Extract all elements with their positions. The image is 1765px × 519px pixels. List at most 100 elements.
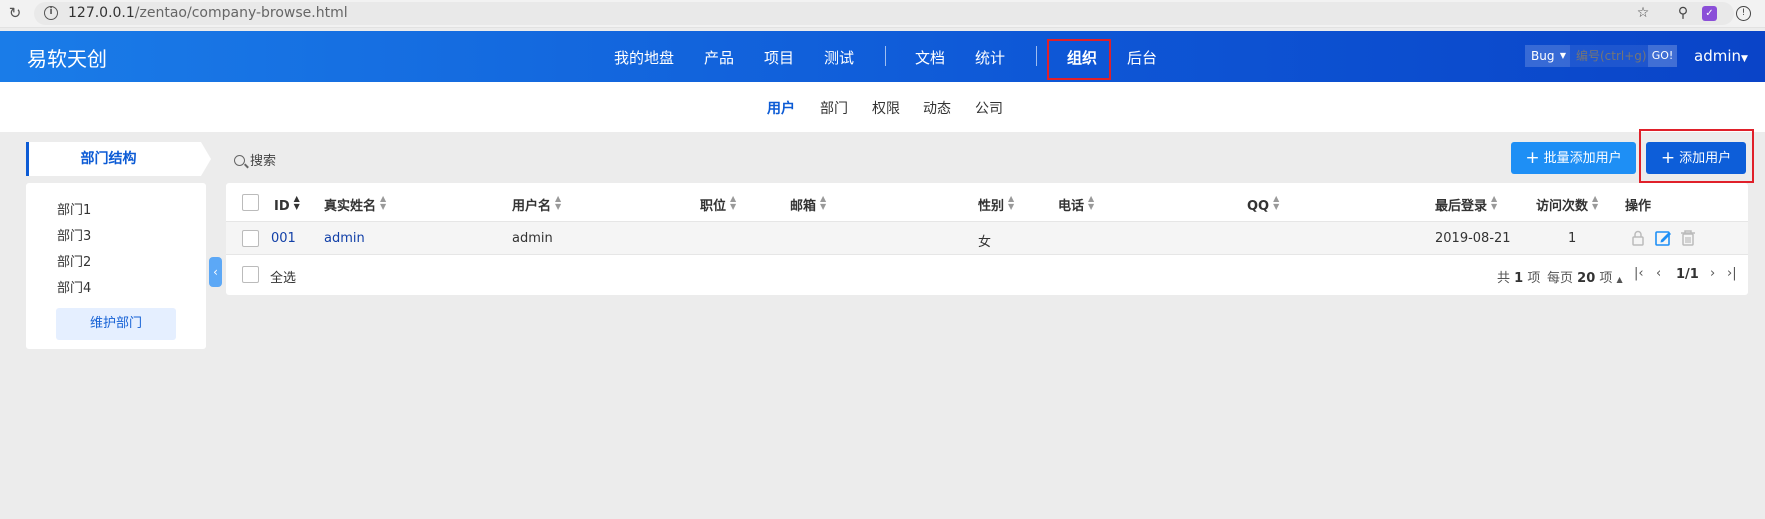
- dept-item[interactable]: 部门3: [57, 225, 91, 244]
- pager-total-prefix: 共: [1497, 271, 1511, 286]
- caret-down-icon: ▼: [1559, 51, 1566, 60]
- nav-divider: [885, 46, 886, 66]
- subnav-user[interactable]: 用户: [767, 98, 795, 118]
- user-name: admin: [1694, 47, 1741, 65]
- nav-my[interactable]: 我的地盘: [614, 47, 674, 68]
- cell-account: admin: [512, 231, 553, 246]
- select-all-checkbox[interactable]: [242, 266, 259, 283]
- subnav-company[interactable]: 公司: [975, 98, 1003, 118]
- lock-icon[interactable]: [1629, 229, 1647, 247]
- nav-report[interactable]: 统计: [975, 47, 1005, 68]
- header-checkbox[interactable]: [242, 194, 259, 211]
- table-row[interactable]: 001 admin admin 女 2019-08-21 1: [226, 221, 1748, 255]
- extension-alert-icon[interactable]: !: [1736, 6, 1751, 21]
- brand-logo[interactable]: 易软天创: [27, 43, 107, 72]
- sort-icon: ▲ ▼: [1088, 194, 1095, 211]
- column-header-last-login[interactable]: 最后登录▲ ▼: [1435, 195, 1497, 215]
- add-user-button[interactable]: + 添加用户: [1646, 142, 1746, 174]
- column-label: 性别: [978, 199, 1005, 214]
- column-label: ID: [274, 199, 290, 214]
- user-table: ID▲ ▼ 真实姓名▲ ▼ 用户名▲ ▼ 职位▲ ▼ 邮箱▲ ▼ 性别▲ ▼ 电话▲ ▼ QQ…: [226, 183, 1748, 295]
- caret-up-icon: ▲: [1616, 275, 1623, 284]
- nav-admin[interactable]: 后台: [1127, 47, 1157, 68]
- plus-icon: +: [1660, 148, 1676, 168]
- subnav-priv[interactable]: 权限: [872, 98, 900, 118]
- edit-icon[interactable]: [1654, 229, 1672, 247]
- column-label: 真实姓名: [324, 199, 377, 214]
- browser-toolbar: ↻ i 127.0.0.1/zentao/company-browse.html…: [0, 0, 1765, 28]
- dept-tree-panel: 部门1 部门3 部门2 部门4 维护部门: [26, 183, 206, 349]
- go-button[interactable]: GO!: [1648, 45, 1677, 67]
- sub-navigation: 用户 部门 权限 动态 公司: [0, 82, 1765, 132]
- nav-project[interactable]: 项目: [764, 47, 794, 68]
- column-header-id[interactable]: ID▲ ▼: [274, 194, 300, 215]
- extension-check-icon[interactable]: ✓: [1702, 6, 1717, 21]
- cell-id[interactable]: 001: [271, 231, 296, 246]
- reload-icon[interactable]: ↻: [6, 4, 24, 22]
- column-header-qq[interactable]: QQ▲ ▼: [1247, 194, 1280, 215]
- search-toggle[interactable]: 搜索: [234, 150, 276, 169]
- search-label: 搜索: [250, 154, 277, 169]
- table-footer: 全选 共 1 项 每页 20 项 ▲ |‹ ‹ 1/1 › ›|: [226, 255, 1748, 295]
- column-label: QQ: [1247, 199, 1270, 214]
- sort-icon: ▲ ▼: [293, 194, 300, 211]
- column-label: 电话: [1058, 199, 1085, 214]
- object-type-select[interactable]: Bug ▼: [1525, 45, 1570, 67]
- dept-structure-tab[interactable]: 部门结构: [26, 142, 211, 176]
- pager-per-page[interactable]: 每页 20 项 ▲: [1547, 267, 1623, 286]
- search-icon: [234, 155, 245, 166]
- next-page-icon[interactable]: ›: [1710, 266, 1715, 281]
- column-label: 用户名: [512, 199, 552, 214]
- row-checkbox[interactable]: [242, 230, 259, 247]
- pager-page: 1/1: [1676, 267, 1699, 282]
- column-header-visits[interactable]: 访问次数▲ ▼: [1536, 194, 1599, 215]
- info-icon[interactable]: i: [44, 6, 58, 20]
- pager-total: 共 1 项: [1497, 267, 1540, 286]
- column-label: 访问次数: [1536, 199, 1589, 214]
- subnav-dynamic[interactable]: 动态: [923, 98, 951, 118]
- add-user-label: 添加用户: [1679, 151, 1732, 166]
- column-header-realname[interactable]: 真实姓名▲ ▼: [324, 195, 386, 215]
- nav-product[interactable]: 产品: [704, 47, 734, 68]
- dept-item[interactable]: 部门1: [57, 199, 91, 218]
- trash-icon[interactable]: [1679, 229, 1697, 247]
- subnav-dept[interactable]: 部门: [820, 98, 848, 118]
- dept-item[interactable]: 部门4: [57, 277, 91, 296]
- prev-page-icon[interactable]: ‹: [1656, 266, 1661, 281]
- first-page-icon[interactable]: |‹: [1634, 266, 1644, 281]
- nav-company[interactable]: 组织: [1067, 47, 1097, 68]
- star-icon[interactable]: ☆: [1634, 4, 1652, 22]
- url-path: /zentao/company-browse.html: [134, 5, 348, 21]
- nav-qa[interactable]: 测试: [824, 47, 854, 68]
- quick-search-input[interactable]: [1570, 45, 1648, 67]
- user-menu[interactable]: admin▼: [1694, 47, 1748, 65]
- plus-icon: +: [1525, 148, 1540, 168]
- collapse-sidebar-icon[interactable]: ‹: [209, 257, 222, 287]
- caret-down-icon: ▼: [1741, 54, 1748, 64]
- maintain-dept-button[interactable]: 维护部门: [56, 308, 176, 340]
- extension-q-icon[interactable]: ⚲: [1674, 4, 1692, 22]
- nav-doc[interactable]: 文档: [915, 47, 945, 68]
- sort-icon: ▲ ▼: [555, 194, 562, 211]
- select-all-label[interactable]: 全选: [270, 267, 296, 286]
- column-label: 邮箱: [790, 199, 817, 214]
- column-header-role[interactable]: 职位▲ ▼: [700, 194, 737, 215]
- batch-add-user-button[interactable]: + 批量添加用户: [1511, 142, 1636, 174]
- address-bar[interactable]: i 127.0.0.1/zentao/company-browse.html: [34, 2, 1734, 25]
- column-header-gender[interactable]: 性别▲ ▼: [978, 194, 1015, 215]
- cell-visits: 1: [1568, 231, 1577, 246]
- dept-item[interactable]: 部门2: [57, 251, 91, 270]
- sort-icon: ▲ ▼: [1273, 194, 1280, 211]
- last-page-icon[interactable]: ›|: [1727, 266, 1737, 281]
- column-header-account[interactable]: 用户名▲ ▼: [512, 194, 562, 215]
- column-header-email[interactable]: 邮箱▲ ▼: [790, 194, 827, 215]
- sort-icon: ▲ ▼: [1592, 194, 1599, 211]
- sort-icon: ▲ ▼: [820, 194, 827, 211]
- column-header-phone[interactable]: 电话▲ ▼: [1058, 194, 1095, 215]
- pager-total-suffix: 项: [1527, 271, 1541, 286]
- cell-realname[interactable]: admin: [324, 231, 365, 246]
- pager-per-page-prefix: 每页: [1547, 271, 1574, 286]
- sort-icon: ▲ ▼: [730, 194, 737, 211]
- column-header-actions: 操作: [1625, 199, 1652, 214]
- sort-icon: ▲ ▼: [1008, 194, 1015, 211]
